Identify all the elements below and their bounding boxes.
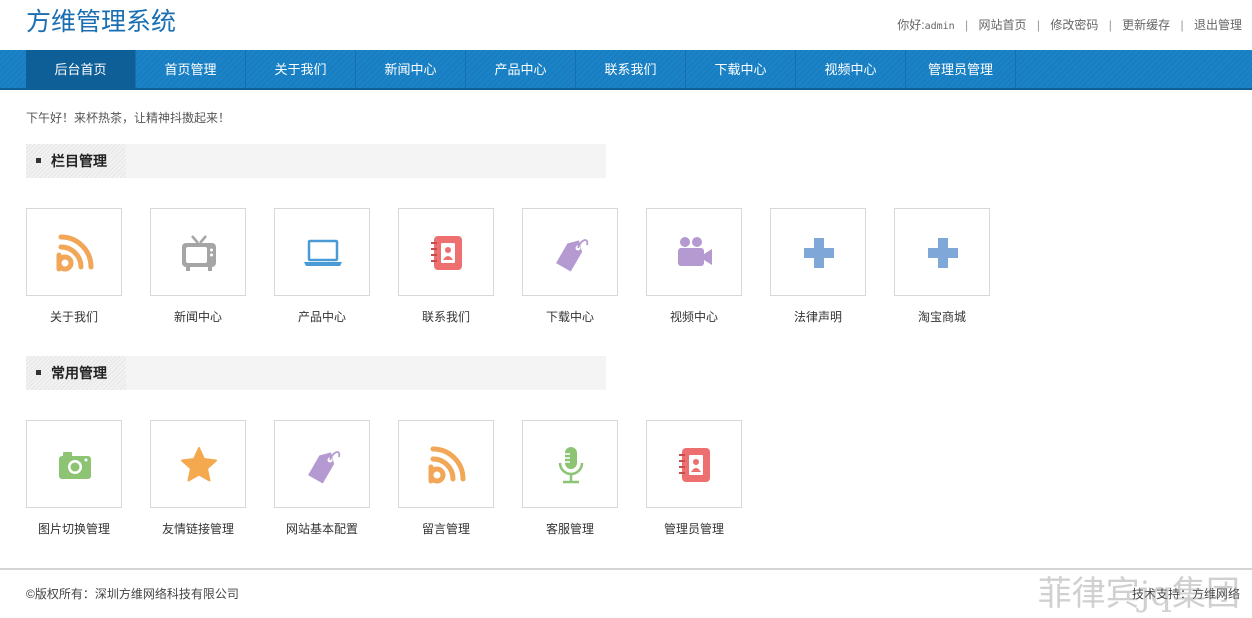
star-icon: [181, 447, 217, 482]
tile-label: 产品中心: [297, 310, 346, 324]
bullet-icon: [36, 370, 41, 375]
tile-videos[interactable]: 视频中心: [646, 208, 742, 324]
section-title: 栏目管理: [51, 153, 107, 169]
microphone-icon: [558, 447, 584, 484]
tile-messages[interactable]: 留言管理: [398, 420, 494, 536]
nav-item-admins[interactable]: 管理员管理: [906, 50, 1016, 88]
site-home-link[interactable]: 网站首页: [979, 18, 1027, 32]
plus-icon: [928, 238, 958, 268]
tile-label: 淘宝商城: [917, 310, 966, 324]
section-header-common: 常用管理: [26, 356, 606, 390]
nav-item-contact[interactable]: 联系我们: [576, 50, 686, 88]
watermark: 菲律宾jq集团: [1037, 574, 1240, 614]
tile-site-config[interactable]: 网站基本配置: [274, 420, 370, 536]
tile-label: 友情链接管理: [161, 522, 234, 536]
tile-label: 联系我们: [421, 310, 470, 324]
tile-slider-management[interactable]: 图片切换管理: [26, 420, 122, 536]
tile-customer-service[interactable]: 客服管理: [522, 420, 618, 536]
copyright-text: ©版权所有：深圳方维网络科技有限公司: [26, 587, 239, 601]
camera-icon: [59, 452, 91, 479]
tile-products[interactable]: 产品中心: [274, 208, 370, 324]
video-camera-icon: [678, 237, 712, 266]
nav-item-products[interactable]: 产品中心: [466, 50, 576, 88]
nav-item-downloads[interactable]: 下载中心: [686, 50, 796, 88]
tile-label: 关于我们: [49, 310, 98, 324]
tile-label: 下载中心: [545, 310, 594, 324]
top-links: 你好:admin | 网站首页 | 修改密码 | 更新缓存 | 退出管理: [897, 16, 1242, 33]
tile-label: 客服管理: [545, 522, 594, 536]
bullet-icon: [36, 158, 41, 163]
nav-item-news[interactable]: 新闻中心: [356, 50, 466, 88]
tile-taobao[interactable]: 淘宝商城: [894, 208, 990, 324]
contact-book-icon: [679, 448, 710, 482]
separator: |: [1036, 18, 1040, 32]
tile-legal[interactable]: 法律声明: [770, 208, 866, 324]
tile-news[interactable]: 新闻中心: [150, 208, 246, 324]
tile-label: 网站基本配置: [285, 522, 358, 536]
logout-link[interactable]: 退出管理: [1194, 18, 1242, 32]
tag-icon: [308, 451, 341, 484]
tile-downloads[interactable]: 下载中心: [522, 208, 618, 324]
tile-contact[interactable]: 联系我们: [398, 208, 494, 324]
tile-admin-management[interactable]: 管理员管理: [646, 420, 742, 536]
refresh-cache-link[interactable]: 更新缓存: [1122, 18, 1170, 32]
tile-about[interactable]: 关于我们: [26, 208, 122, 324]
rss-icon: [428, 446, 466, 484]
section-header-columns: 栏目管理: [26, 144, 606, 178]
main-nav: 后台首页 首页管理 关于我们 新闻中心 产品中心 联系我们 下载中心 视频中心 …: [0, 50, 1252, 90]
nav-item-dashboard[interactable]: 后台首页: [26, 50, 136, 88]
tv-icon: [182, 235, 216, 271]
greeting-text: 下午好！来杯热茶，让精神抖擞起来！: [26, 111, 231, 125]
username: admin: [924, 21, 955, 32]
contact-book-icon: [431, 236, 462, 270]
nav-item-home-management[interactable]: 首页管理: [136, 50, 246, 88]
separator: |: [965, 18, 969, 32]
tag-icon: [556, 239, 589, 272]
tile-label: 管理员管理: [663, 522, 724, 536]
tile-label: 留言管理: [421, 522, 470, 536]
app-title: 方维管理系统: [26, 7, 177, 36]
tile-label: 法律声明: [793, 310, 842, 324]
nav-item-videos[interactable]: 视频中心: [796, 50, 906, 88]
tile-label: 视频中心: [669, 310, 718, 324]
tile-label: 图片切换管理: [37, 522, 110, 536]
rss-icon: [56, 234, 94, 272]
tile-label: 新闻中心: [173, 310, 222, 324]
plus-icon: [804, 238, 834, 268]
separator: |: [1180, 18, 1184, 32]
separator: |: [1108, 18, 1112, 32]
tile-friend-links[interactable]: 友情链接管理: [150, 420, 246, 536]
section-title: 常用管理: [51, 365, 107, 381]
greeting-prefix: 你好:: [897, 18, 925, 32]
nav-item-about[interactable]: 关于我们: [246, 50, 356, 88]
change-password-link[interactable]: 修改密码: [1050, 18, 1098, 32]
laptop-icon: [304, 239, 342, 266]
header: 方维管理系统 你好:admin | 网站首页 | 修改密码 | 更新缓存 | 退…: [0, 0, 1252, 50]
